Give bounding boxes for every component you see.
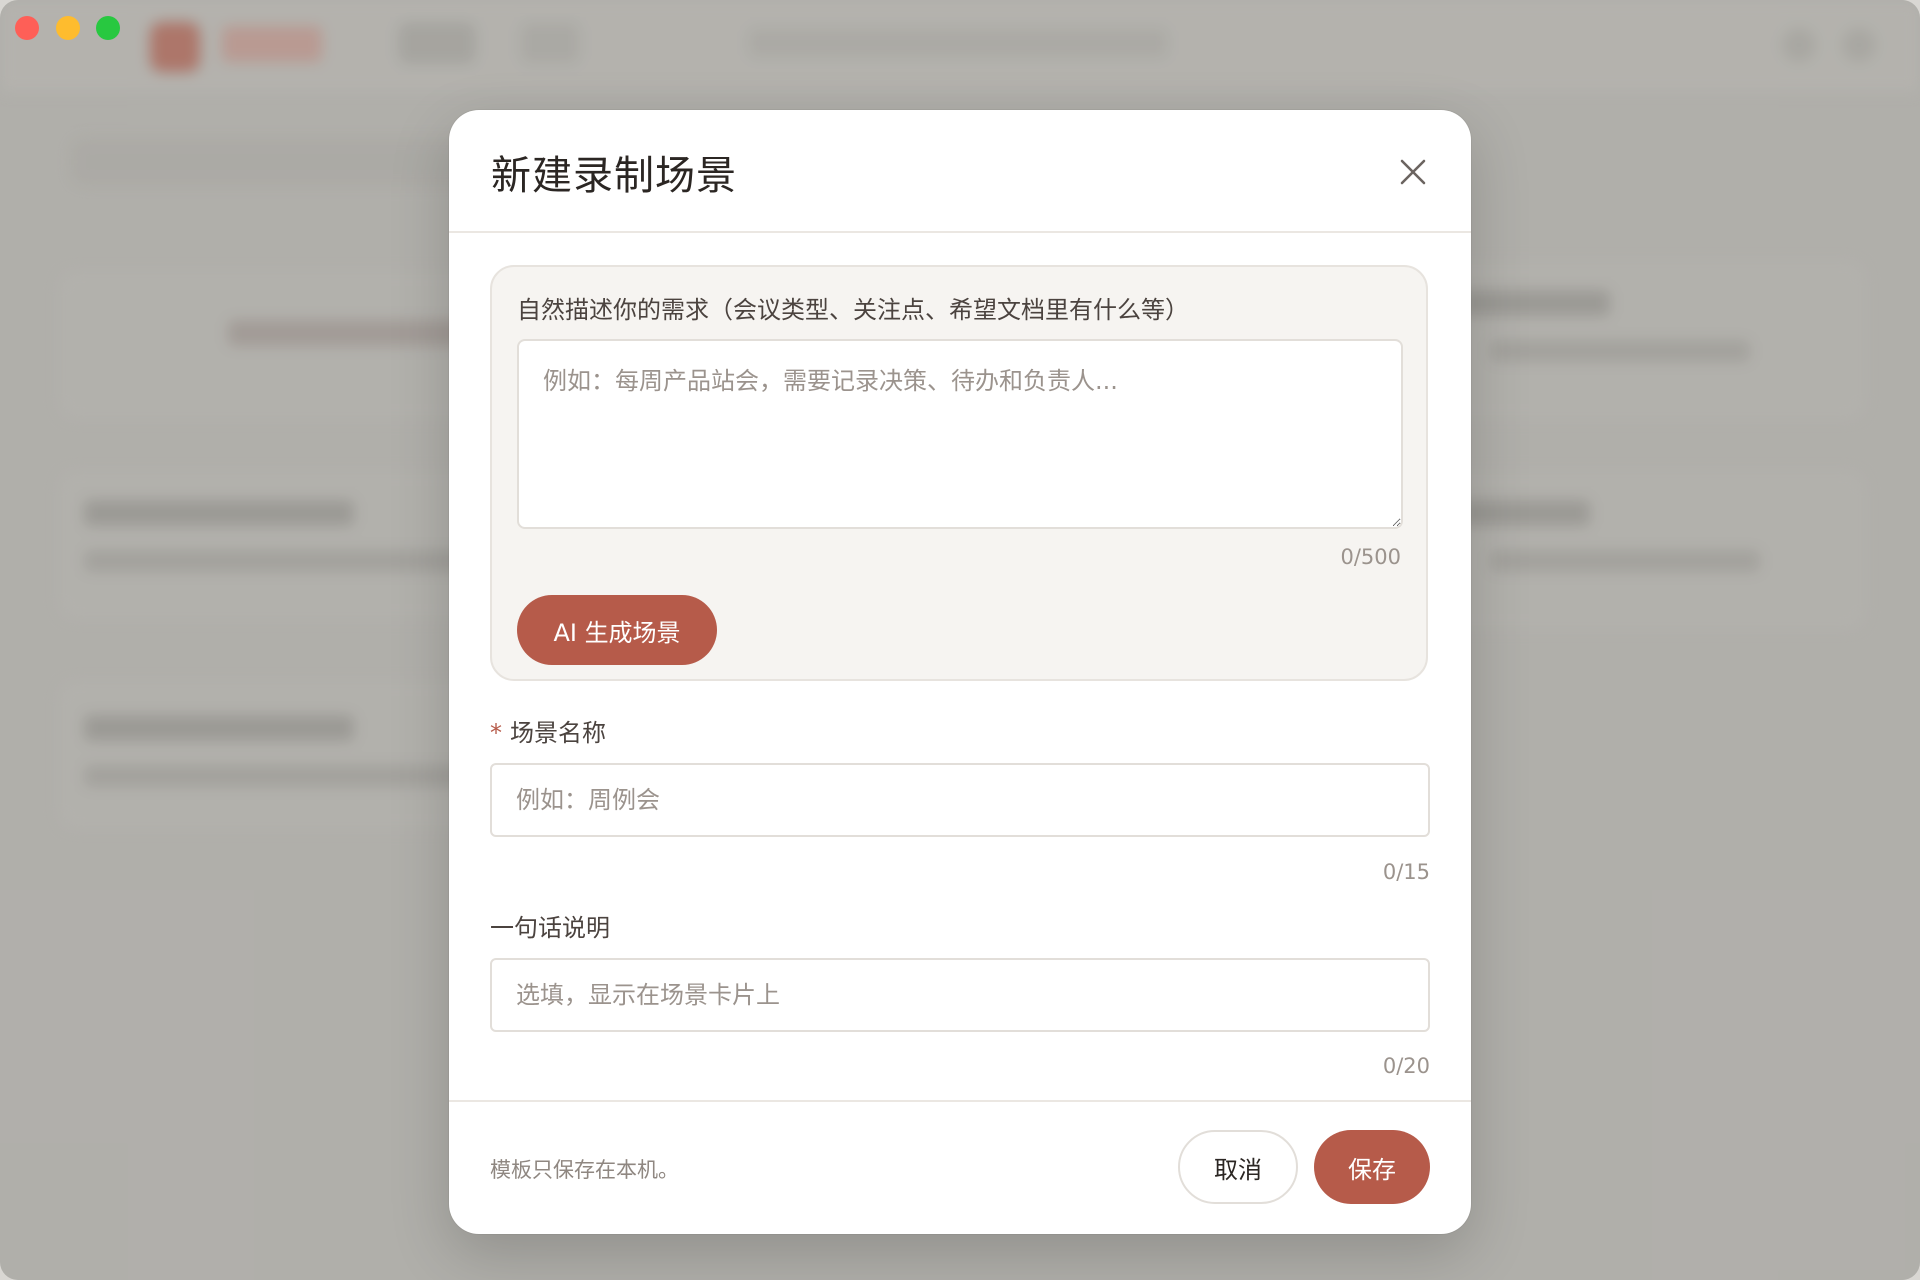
ai-description-counter: 0/500 (1340, 545, 1401, 569)
scene-name-label-text: 场景名称 (510, 719, 606, 747)
summary-input[interactable] (490, 958, 1430, 1032)
dialog-footer: 模板只保存在本机。 取消 保存 (449, 1100, 1471, 1234)
save-button[interactable]: 保存 (1314, 1130, 1430, 1204)
close-icon (1400, 159, 1426, 185)
new-scene-dialog: 新建录制场景 自然描述你的需求（会议类型、关注点、希望文档里有什么等） 0/50… (449, 110, 1471, 1234)
ai-description-textarea[interactable] (517, 339, 1403, 529)
cancel-button[interactable]: 取消 (1178, 1130, 1298, 1204)
dialog-header: 新建录制场景 (449, 110, 1471, 233)
ai-generate-scene-button[interactable]: AI 生成场景 (517, 595, 717, 665)
window-minimize-button[interactable] (56, 16, 80, 40)
ai-generate-panel: 自然描述你的需求（会议类型、关注点、希望文档里有什么等） 0/500 AI 生成… (490, 265, 1428, 681)
dialog-title: 新建录制场景 (491, 153, 737, 199)
app-window: 新建录制场景 自然描述你的需求（会议类型、关注点、希望文档里有什么等） 0/50… (0, 0, 1920, 1280)
summary-counter: 0/20 (1382, 1054, 1430, 1078)
scene-name-label: * 场景名称 (490, 716, 606, 750)
window-close-button[interactable] (15, 16, 39, 40)
summary-label: 一句话说明 (490, 914, 610, 942)
scene-name-input[interactable] (490, 763, 1430, 837)
ai-description-label: 自然描述你的需求（会议类型、关注点、希望文档里有什么等） (517, 296, 1189, 324)
scene-name-counter: 0/15 (1382, 860, 1430, 884)
window-zoom-button[interactable] (96, 16, 120, 40)
dialog-close-button[interactable] (1389, 148, 1437, 196)
footer-note: 模板只保存在本机。 (490, 1158, 679, 1182)
required-mark: * (490, 719, 502, 747)
